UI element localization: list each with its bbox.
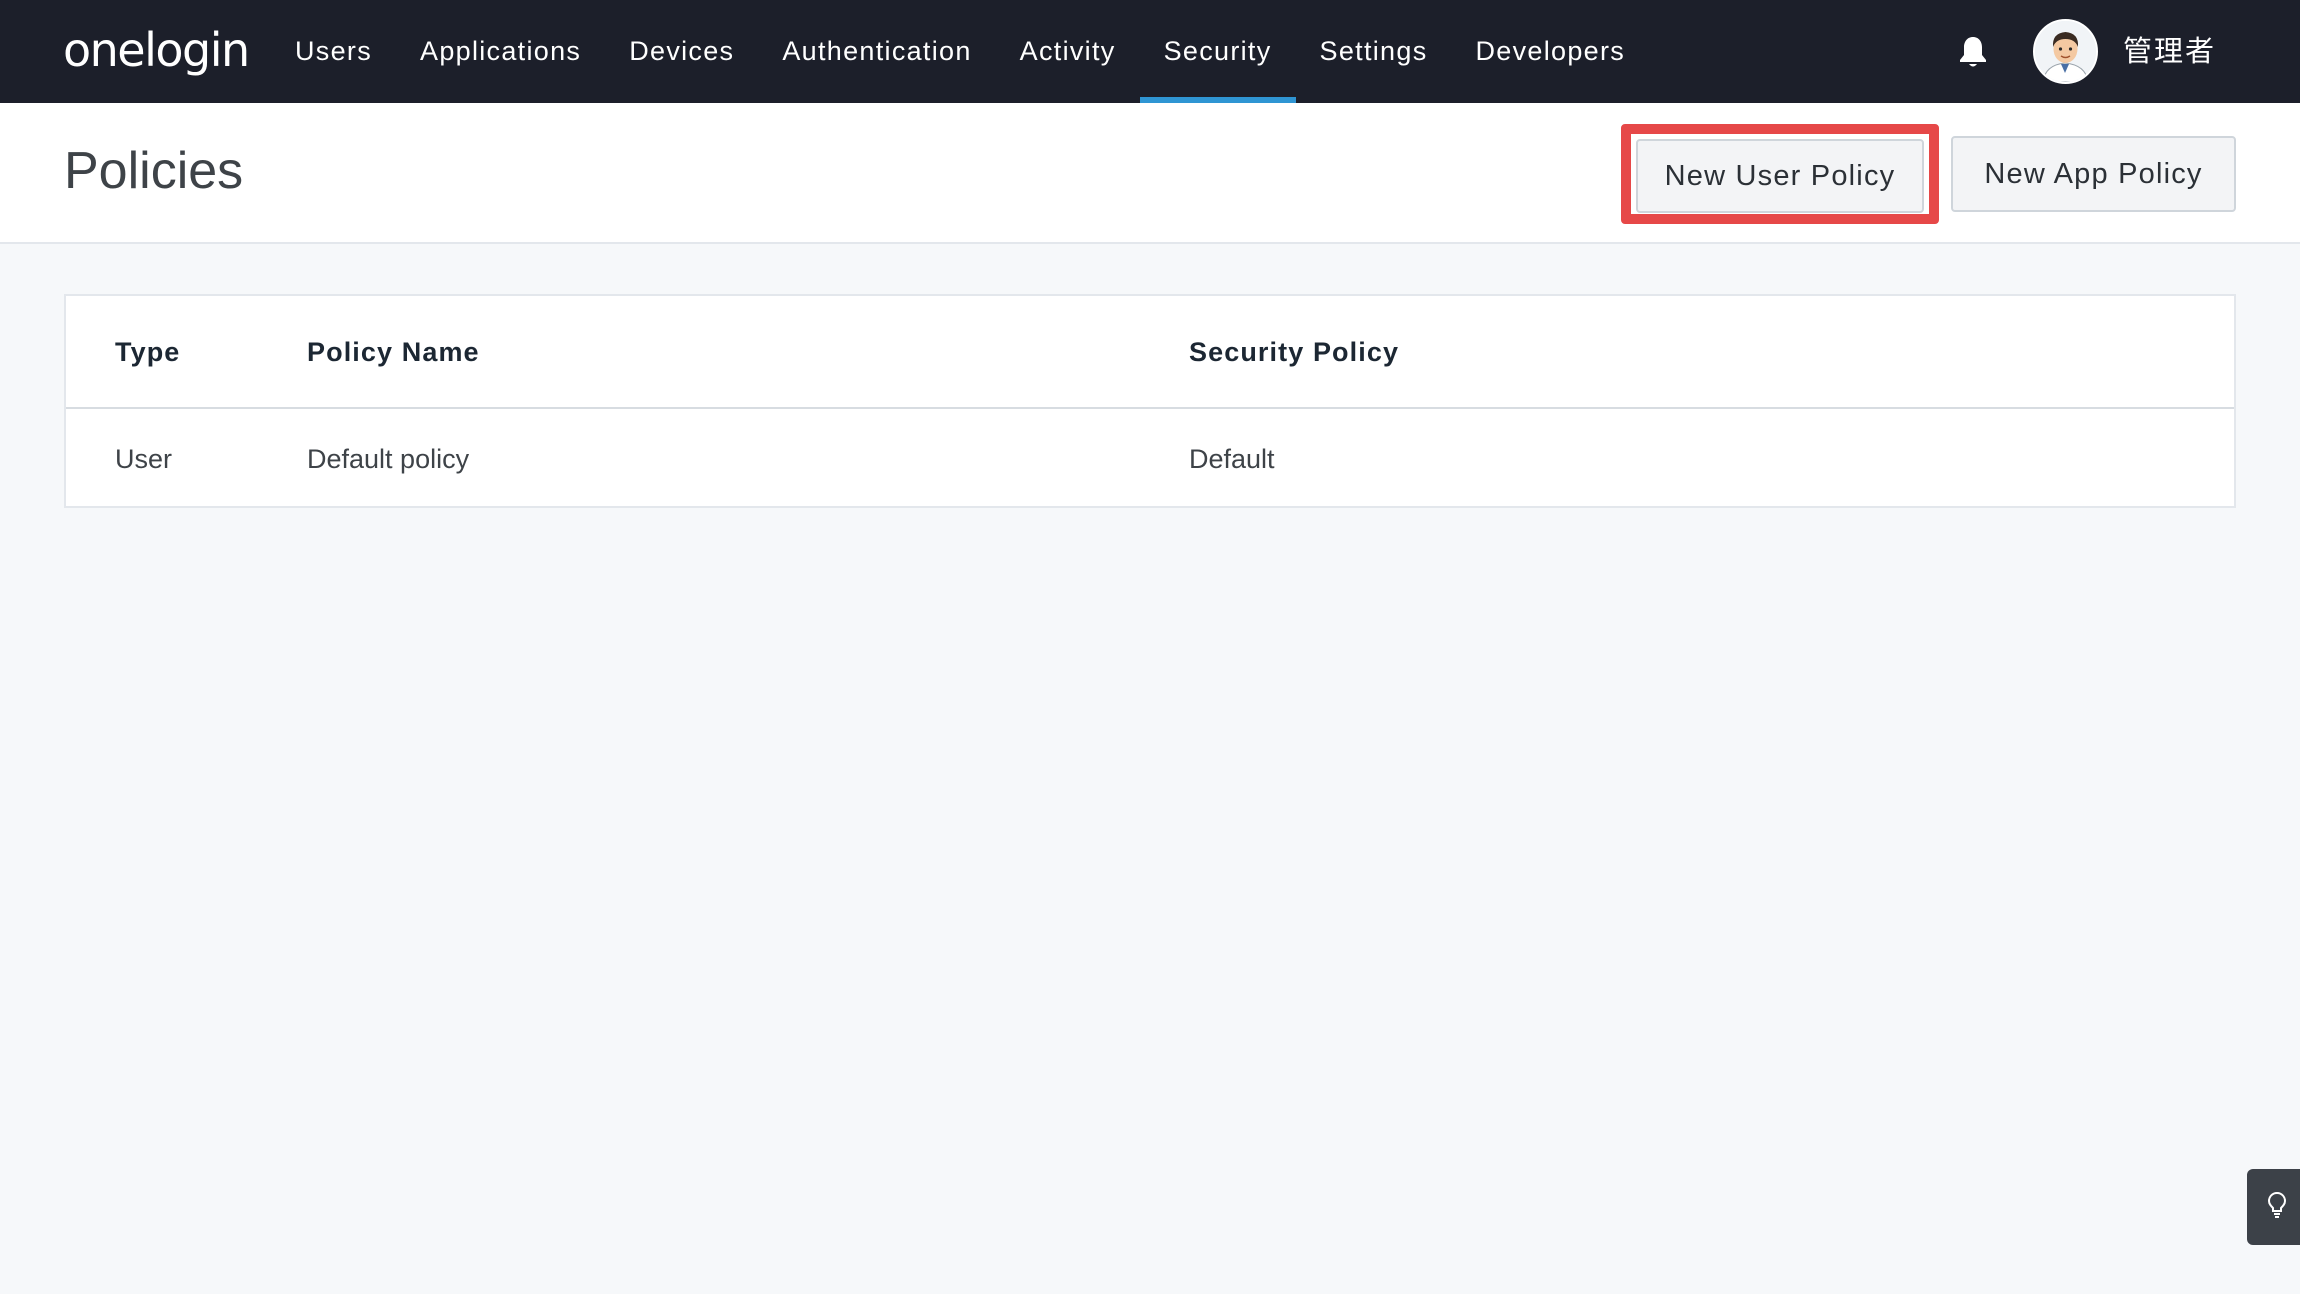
lightbulb-icon [2267,1191,2287,1224]
nav-item-developers[interactable]: Developers [1452,0,1650,103]
cell-policy-name[interactable]: Default policy [307,443,469,475]
policies-table: Type Policy Name Security Policy User De… [64,294,2236,508]
nav-item-users[interactable]: Users [271,0,396,103]
page-title: Policies [64,142,244,200]
top-navigation-bar: onelogin Users Applications Devices Auth… [0,0,2300,103]
table-header: Type Policy Name Security Policy [66,296,2234,409]
notification-bell-icon[interactable] [1958,35,1988,69]
column-header-type[interactable]: Type [115,336,180,368]
nav-item-authentication[interactable]: Authentication [758,0,995,103]
column-header-security-policy[interactable]: Security Policy [1189,336,1399,368]
table-row[interactable]: User Default policy Default [66,409,2234,508]
column-header-policy-name[interactable]: Policy Name [307,336,480,368]
help-tips-tab[interactable] [2247,1169,2300,1245]
nav-item-activity[interactable]: Activity [996,0,1140,103]
onelogin-logo[interactable]: onelogin [63,22,250,78]
new-app-policy-button[interactable]: New App Policy [1951,136,2236,212]
nav-item-settings[interactable]: Settings [1296,0,1452,103]
new-user-policy-button[interactable]: New User Policy [1636,139,1924,213]
cell-type: User [115,444,173,474]
main-nav: Users Applications Devices Authenticatio… [271,0,1649,103]
nav-item-devices[interactable]: Devices [605,0,758,103]
user-avatar[interactable] [2033,19,2098,84]
nav-item-applications[interactable]: Applications [396,0,605,103]
cell-security-policy: Default [1189,444,1275,474]
user-name-menu[interactable]: 管理者 [2123,30,2216,72]
nav-item-security[interactable]: Security [1139,0,1296,103]
